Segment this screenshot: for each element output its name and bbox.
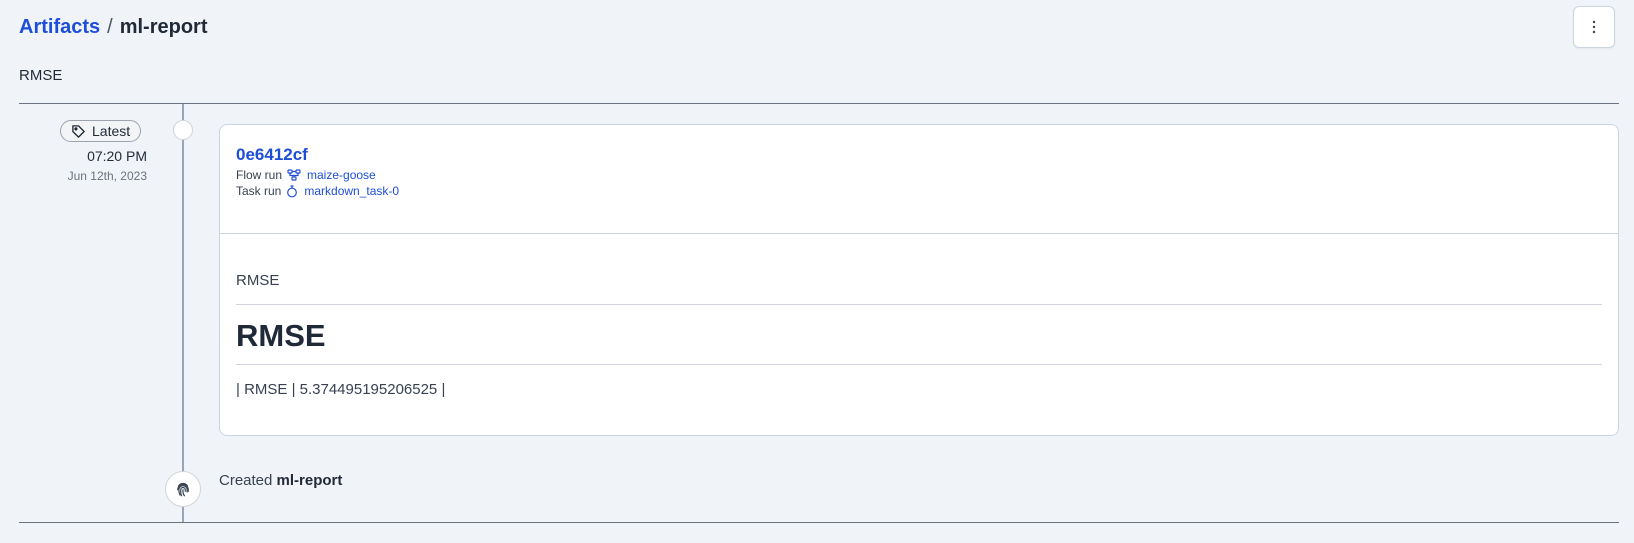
breadcrumb: Artifacts / ml-report (19, 16, 208, 39)
artifact-card-header: 0e6412cf Flow run maize-goose Task run m… (220, 125, 1618, 234)
artifact-card: 0e6412cf Flow run maize-goose Task run m… (219, 124, 1619, 436)
task-run-label: Task run (236, 184, 282, 198)
markdown-content: RMSE RMSE | RMSE | 5.374495195206525 | (220, 234, 1618, 398)
artifact-page: Artifacts / ml-report RMSE Latest 07:20 … (0, 0, 1634, 543)
created-event-node (165, 471, 201, 507)
artifact-id-link[interactable]: 0e6412cf (236, 145, 308, 165)
task-run-row: Task run markdown_task-0 (236, 183, 1602, 199)
markdown-divider (236, 304, 1602, 305)
breadcrumb-current: ml-report (119, 15, 208, 38)
task-run-value: markdown_task-0 (304, 184, 400, 198)
timeline-date: Jun 12th, 2023 (67, 169, 147, 183)
created-event-prefix: Created (219, 472, 273, 489)
flow-run-link[interactable]: maize-goose (287, 168, 376, 182)
breadcrumb-artifacts-link[interactable]: Artifacts (19, 16, 100, 39)
markdown-table-row: | RMSE | 5.374495195206525 | (236, 381, 446, 398)
task-run-icon (287, 184, 298, 197)
markdown-heading-underline (236, 364, 1602, 365)
timeline-time: 07:20 PM (87, 148, 147, 164)
artifact-description: RMSE (19, 67, 63, 84)
timeline-node (173, 120, 193, 140)
page-header: Artifacts / ml-report (19, 6, 1615, 48)
markdown-paragraph: RMSE (236, 272, 280, 289)
kebab-menu-icon (1592, 20, 1596, 34)
fingerprint-icon (177, 482, 189, 497)
flow-run-label: Flow run (236, 168, 283, 182)
created-event-artifact-name: ml-report (276, 472, 343, 489)
flow-run-icon (287, 169, 301, 181)
task-run-link[interactable]: markdown_task-0 (286, 184, 399, 198)
timeline-line (182, 104, 184, 522)
divider-top (19, 103, 1619, 104)
latest-badge: Latest (60, 120, 142, 142)
created-event-text: Created ml-report (219, 472, 342, 489)
flow-run-row: Flow run maize-goose (236, 167, 1602, 183)
tag-icon (72, 124, 85, 138)
more-options-button[interactable] (1573, 6, 1615, 48)
divider-bottom (19, 522, 1619, 523)
flow-run-value: maize-goose (307, 168, 376, 182)
latest-badge-label: Latest (92, 123, 131, 139)
breadcrumb-separator: / (107, 15, 113, 38)
markdown-heading: RMSE (236, 318, 326, 353)
